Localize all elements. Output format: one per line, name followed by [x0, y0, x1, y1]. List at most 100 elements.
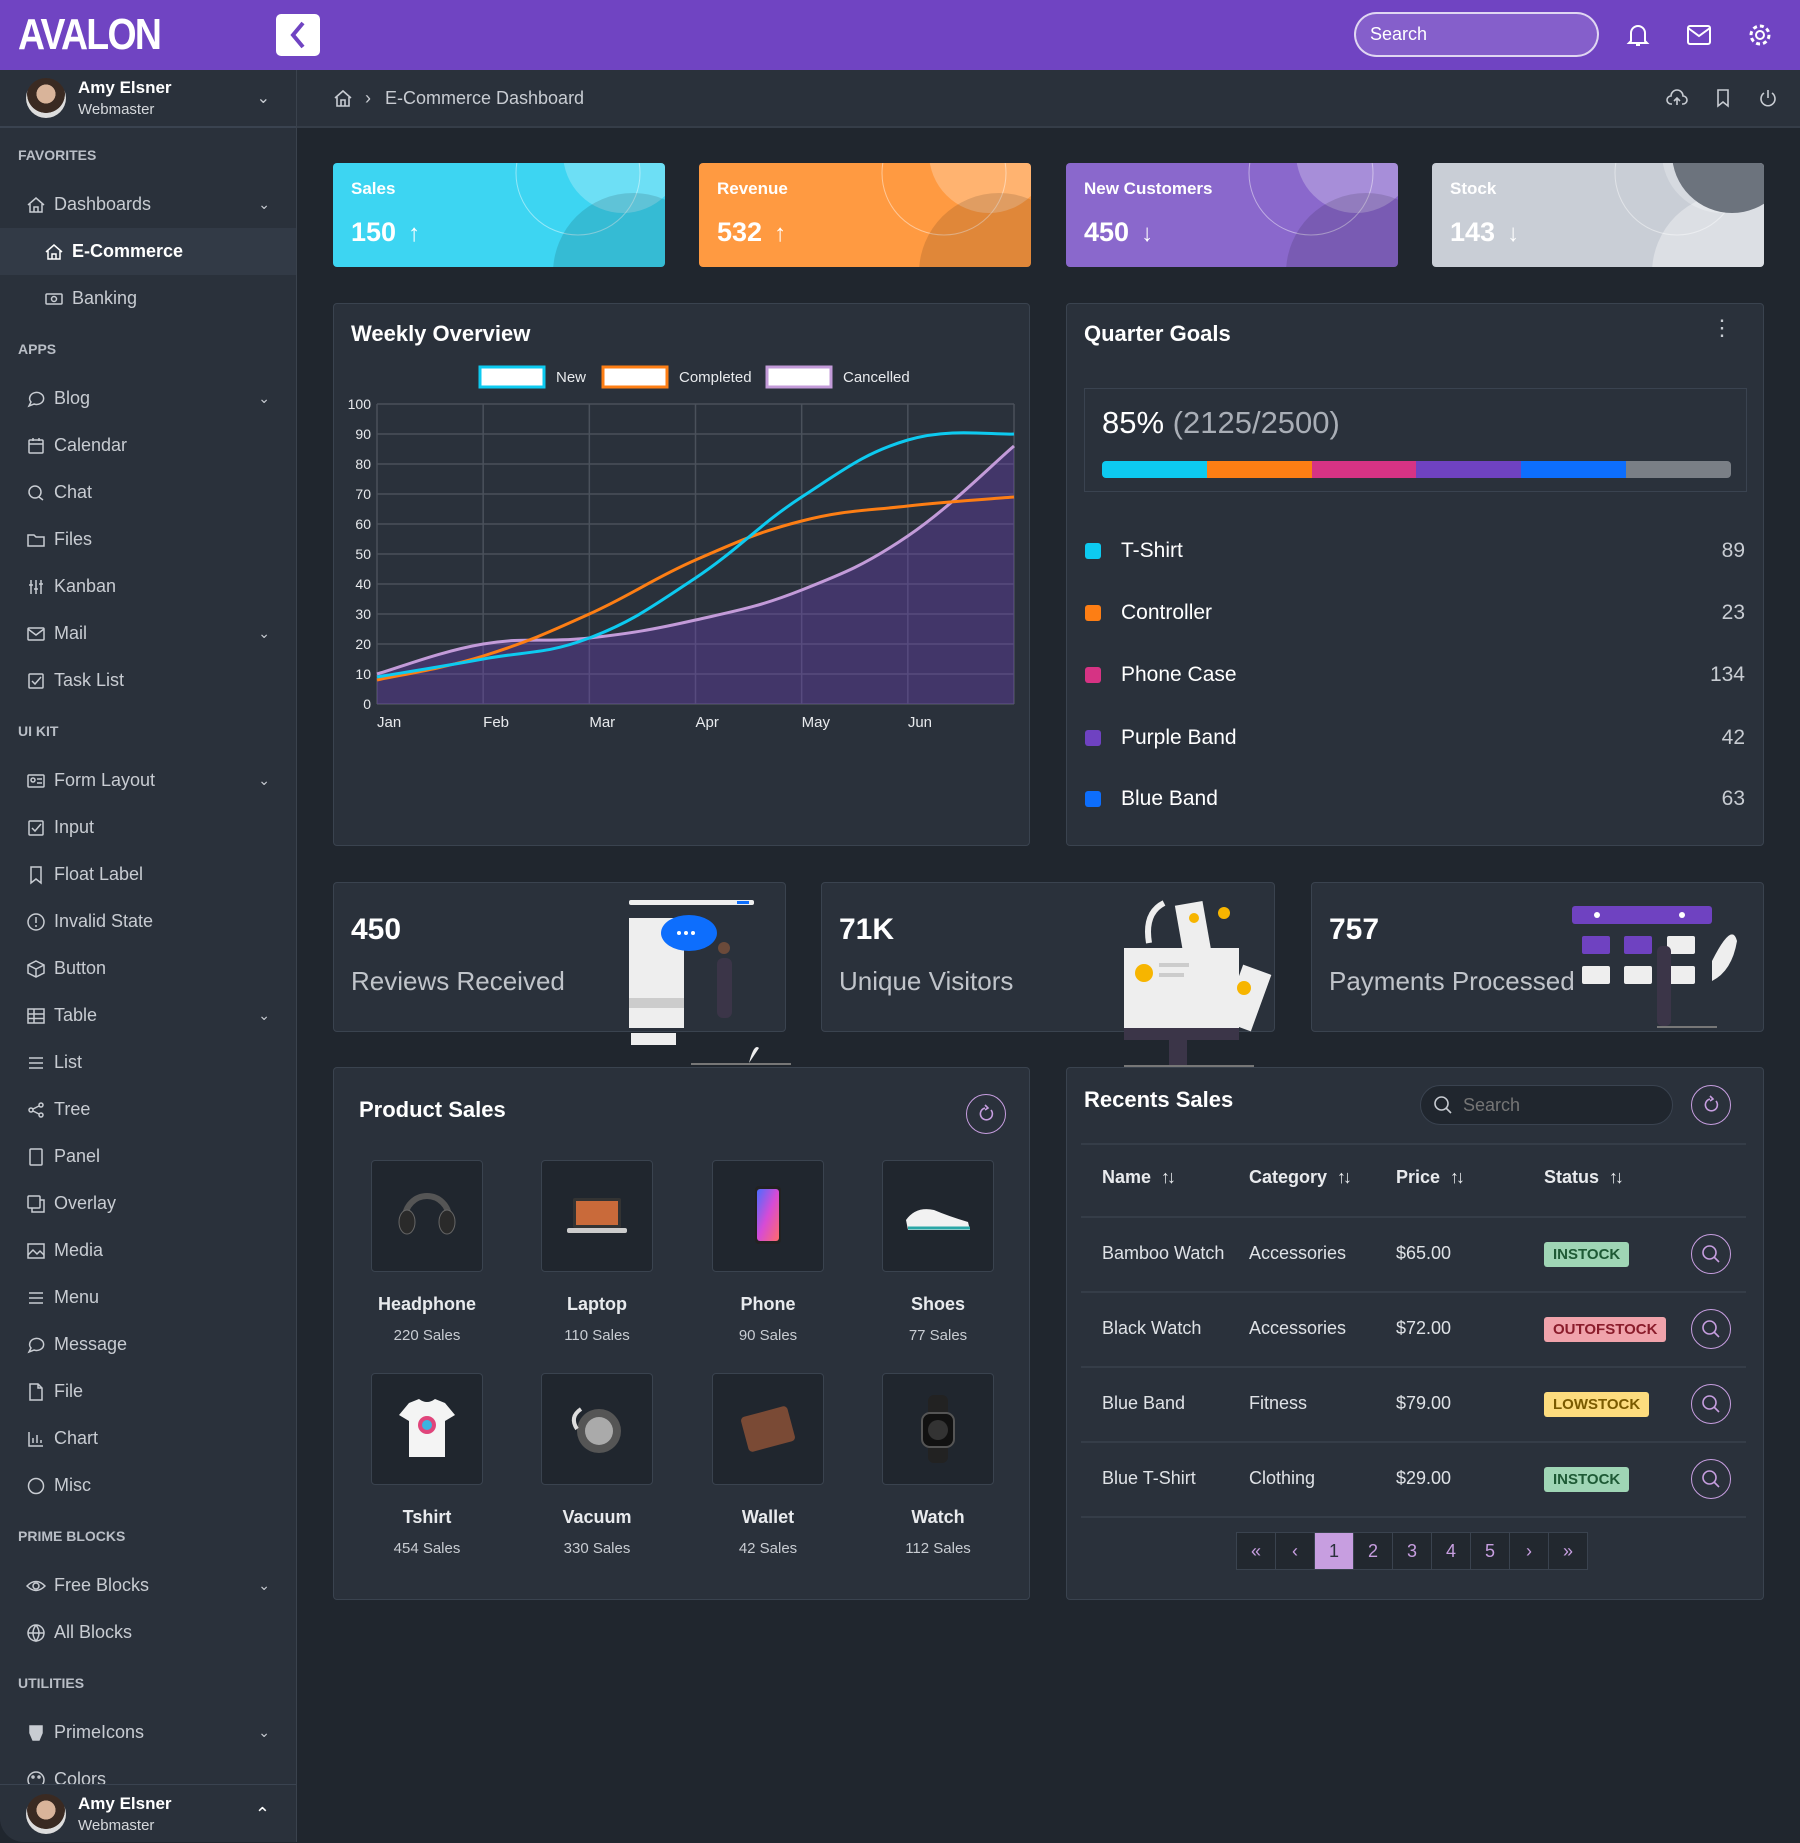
sidebar-item-calendar[interactable]: Calendar	[0, 422, 296, 469]
sidebar-item-blog[interactable]: Blog ⌄	[0, 375, 296, 422]
sidebar-item-primeicons[interactable]: PrimeIcons ⌄	[0, 1709, 296, 1756]
page-1-button[interactable]: 1	[1314, 1532, 1354, 1570]
sidebar-item-chat[interactable]: Chat	[0, 469, 296, 516]
column-header-price[interactable]: Price ↑↓	[1396, 1167, 1465, 1188]
view-row-button[interactable]	[1691, 1234, 1731, 1274]
product-item-laptop[interactable]: Laptop 110 Sales	[541, 1160, 653, 1344]
sidebar-item-button[interactable]: Button	[0, 945, 296, 992]
sidebar-item-dashboards[interactable]: Dashboards ⌄	[0, 181, 296, 228]
page-4-button[interactable]: 4	[1431, 1532, 1471, 1570]
legend-swatch-completed[interactable]	[601, 365, 669, 389]
sidebar-item-overlay[interactable]: Overlay	[0, 1180, 296, 1227]
legend-swatch-cancelled[interactable]	[765, 365, 833, 389]
chevron-down-icon[interactable]: ⌄	[258, 390, 270, 407]
sidebar-item-tree[interactable]: Tree	[0, 1086, 296, 1133]
chevron-up-icon[interactable]: ⌃	[255, 1804, 270, 1825]
chevron-down-icon[interactable]: ⌄	[258, 772, 270, 789]
sidebar-item-table[interactable]: Table ⌄	[0, 992, 296, 1039]
chevron-down-icon[interactable]: ⌄	[258, 625, 270, 642]
sidebar-item-float-label[interactable]: Float Label	[0, 851, 296, 898]
sidebar-item-input[interactable]: Input	[0, 804, 296, 851]
next-page-button[interactable]: ›	[1509, 1532, 1549, 1570]
page-3-button[interactable]: 3	[1392, 1532, 1432, 1570]
bell-icon[interactable]	[1623, 20, 1653, 50]
sidebar-item-chart[interactable]: Chart	[0, 1415, 296, 1462]
sidebar-item-media[interactable]: Media	[0, 1227, 296, 1274]
sidebar-item-colors[interactable]: Colors	[0, 1756, 296, 1784]
sort-icon[interactable]: ↑↓	[1161, 1167, 1176, 1187]
sidebar-item-kanban[interactable]: Kanban	[0, 563, 296, 610]
topbar-search-input[interactable]	[1370, 24, 1602, 45]
sidebar-item-panel[interactable]: Panel	[0, 1133, 296, 1180]
power-icon[interactable]	[1758, 88, 1778, 108]
sort-icon[interactable]: ↑↓	[1450, 1167, 1465, 1187]
legend-swatch-new[interactable]	[478, 365, 546, 389]
sidebar-footer-profile[interactable]: Amy Elsner Webmaster ⌃	[0, 1784, 296, 1842]
legend-label[interactable]: New	[556, 369, 586, 386]
sidebar-item-e-commerce[interactable]: E-Commerce	[0, 228, 296, 275]
sidebar-toggle-button[interactable]	[276, 14, 320, 56]
chevron-down-icon[interactable]: ⌄	[258, 1724, 270, 1741]
sort-icon[interactable]: ↑↓	[1609, 1167, 1624, 1187]
sidebar-item-mail[interactable]: Mail ⌄	[0, 610, 296, 657]
product-image-shoes[interactable]	[882, 1160, 994, 1272]
product-sales-refresh-button[interactable]	[966, 1094, 1006, 1134]
product-item-watch[interactable]: Watch 112 Sales	[882, 1373, 994, 1557]
prev-page-button[interactable]: ‹	[1275, 1532, 1315, 1570]
product-image-wallet[interactable]	[712, 1373, 824, 1485]
sidebar-item-task-list[interactable]: Task List	[0, 657, 296, 704]
sidebar-item-banking[interactable]: Banking	[0, 275, 296, 322]
product-item-phone[interactable]: Phone 90 Sales	[712, 1160, 824, 1344]
sidebar-item-invalid-state[interactable]: Invalid State	[0, 898, 296, 945]
column-header-category[interactable]: Category ↑↓	[1249, 1167, 1352, 1188]
column-header-name[interactable]: Name ↑↓	[1102, 1167, 1176, 1188]
view-row-button[interactable]	[1691, 1459, 1731, 1499]
sidebar-item-list[interactable]: List	[0, 1039, 296, 1086]
app-logo[interactable]: AVALON	[18, 10, 162, 60]
first-page-button[interactable]: «	[1236, 1532, 1276, 1570]
sidebar-item-free-blocks[interactable]: Free Blocks ⌄	[0, 1562, 296, 1609]
product-image-laptop[interactable]	[541, 1160, 653, 1272]
recent-sales-search[interactable]	[1420, 1085, 1673, 1125]
product-image-headphone[interactable]	[371, 1160, 483, 1272]
product-image-tshirt[interactable]	[371, 1373, 483, 1485]
chevron-down-icon[interactable]: ⌄	[258, 196, 270, 213]
product-image-watch[interactable]	[882, 1373, 994, 1485]
view-row-button[interactable]	[1691, 1309, 1731, 1349]
recent-sales-search-input[interactable]	[1463, 1094, 1663, 1116]
sidebar-item-all-blocks[interactable]: All Blocks	[0, 1609, 296, 1656]
sidebar-profile[interactable]: Amy Elsner Webmaster ⌄	[0, 70, 296, 128]
chevron-down-icon[interactable]: ⌄	[257, 88, 270, 108]
mail-icon[interactable]	[1684, 20, 1714, 50]
gear-icon[interactable]	[1745, 20, 1775, 50]
recent-sales-refresh-button[interactable]	[1691, 1085, 1731, 1125]
legend-label[interactable]: Cancelled	[843, 369, 910, 386]
page-2-button[interactable]: 2	[1353, 1532, 1393, 1570]
sidebar-item-file[interactable]: File	[0, 1368, 296, 1415]
chevron-down-icon[interactable]: ⌄	[258, 1007, 270, 1024]
product-item-tshirt[interactable]: Tshirt 454 Sales	[371, 1373, 483, 1557]
last-page-button[interactable]: »	[1548, 1532, 1588, 1570]
legend-label[interactable]: Completed	[679, 369, 752, 386]
sort-icon[interactable]: ↑↓	[1337, 1167, 1352, 1187]
home-icon[interactable]	[333, 88, 353, 108]
sidebar-item-misc[interactable]: Misc	[0, 1462, 296, 1509]
product-image-phone[interactable]	[712, 1160, 824, 1272]
sidebar-item-menu[interactable]: Menu	[0, 1274, 296, 1321]
topbar-search[interactable]	[1354, 12, 1602, 57]
chevron-down-icon[interactable]: ⌄	[258, 1577, 270, 1594]
view-row-button[interactable]	[1691, 1384, 1731, 1424]
product-item-shoes[interactable]: Shoes 77 Sales	[882, 1160, 994, 1344]
sidebar-item-message[interactable]: Message	[0, 1321, 296, 1368]
column-header-status[interactable]: Status ↑↓	[1544, 1167, 1624, 1188]
page-5-button[interactable]: 5	[1470, 1532, 1510, 1570]
sidebar-item-files[interactable]: Files	[0, 516, 296, 563]
product-item-vacuum[interactable]: Vacuum 330 Sales	[541, 1373, 653, 1557]
product-item-wallet[interactable]: Wallet 42 Sales	[712, 1373, 824, 1557]
more-options-icon[interactable]: ⋮	[1711, 317, 1733, 339]
bookmark-icon[interactable]	[1714, 88, 1732, 108]
product-item-headphone[interactable]: Headphone 220 Sales	[371, 1160, 483, 1344]
product-image-vacuum[interactable]	[541, 1373, 653, 1485]
cloud-upload-icon[interactable]	[1666, 88, 1688, 108]
sidebar-item-form-layout[interactable]: Form Layout ⌄	[0, 757, 296, 804]
